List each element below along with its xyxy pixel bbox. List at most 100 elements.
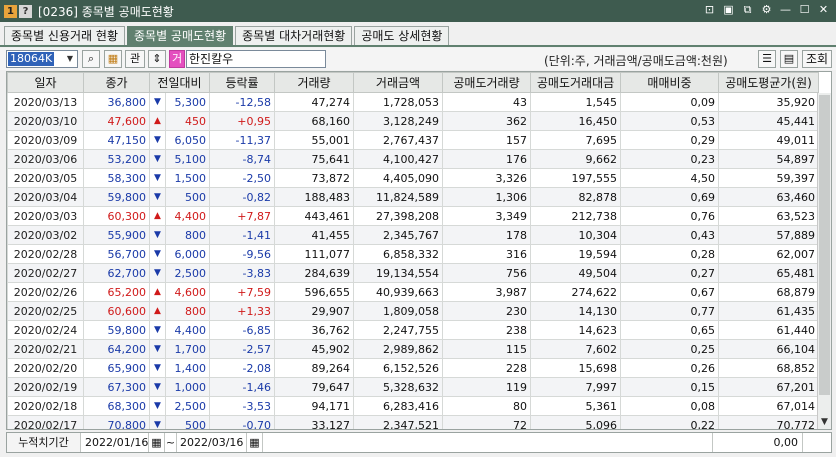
cell-rate: -9,56 [209,244,276,264]
table-row[interactable]: 2020/02/20 65,900 ▼ 1,400 -2,08 89,264 6,152,5… [7,358,820,378]
stock-code-value: 18064K [8,52,55,66]
cell-amount: 11,824,589 [353,187,444,207]
list-icon[interactable]: ☰ [758,50,776,68]
table-row[interactable]: 2020/03/06 53,200 ▼ 5,100 -8,74 75,641 4,100,4… [7,149,820,169]
cell-ratio: 0,67 [620,282,720,302]
cell-change: 6,050 [164,130,211,150]
cell-short-vol: 72 [442,415,532,429]
col-rate-header[interactable]: 등락률 [209,72,276,93]
cell-volume: 75,641 [274,149,355,169]
cell-amount: 19,134,554 [353,263,444,283]
table-row[interactable]: 2020/02/24 59,800 ▼ 4,400 -6,85 36,762 2,247,7… [7,320,820,340]
down-arrow-icon: ▼ [149,130,166,150]
calendar-icon[interactable]: ▦ [149,433,165,452]
down-arrow-icon: ▼ [149,377,166,397]
search-icon[interactable]: ⌕ [82,50,100,68]
close-icon[interactable]: ✕ [817,3,830,17]
cell-short-amt: 5,096 [530,415,622,429]
cell-amount: 6,152,526 [353,358,444,378]
cell-short-amt: 19,594 [530,244,622,264]
cell-avg: 62,007 [718,244,820,264]
table-row[interactable]: 2020/03/02 55,900 ▼ 800 -1,41 41,455 2,345,767… [7,225,820,245]
maximize-icon[interactable]: ☐ [798,3,811,17]
table-row[interactable]: 2020/02/17 70,800 ▼ 500 -0,70 33,127 2,347,521… [7,415,820,429]
cumulative-period-label: 누적치기간 [7,433,81,452]
mode-button[interactable]: 관 [125,50,145,68]
col-amount-header[interactable]: 거래금액 [353,72,444,93]
help-icon[interactable]: ? [19,4,32,18]
cell-short-amt: 1,545 [530,92,622,112]
cell-short-amt: 7,997 [530,377,622,397]
col-date-header[interactable]: 일자 [7,72,84,93]
cell-short-vol: 1,306 [442,187,532,207]
cell-short-amt: 197,555 [530,168,622,188]
cell-change: 800 [164,225,211,245]
calendar-icon[interactable]: ▦ [104,50,122,68]
cell-close: 59,800 [83,320,150,340]
table-row[interactable]: 2020/03/09 47,150 ▼ 6,050 -11,37 55,001 2,767,… [7,130,820,150]
table-row[interactable]: 2020/02/21 64,200 ▼ 1,700 -2,57 45,902 2,989,8… [7,339,820,359]
table-row[interactable]: 2020/03/05 58,300 ▼ 1,500 -2,50 73,872 4,405,0… [7,168,820,188]
cell-amount: 2,247,755 [353,320,444,340]
col-change-header[interactable]: 전일대비 [148,72,211,93]
calendar-icon[interactable]: ▦ [247,433,263,452]
table-row[interactable]: 2020/02/19 67,300 ▼ 1,000 -1,46 79,647 5,328,6… [7,377,820,397]
settings-icon[interactable]: ⚙ [760,3,773,17]
screen-icon[interactable]: ▣ [722,3,735,17]
col-short-avg-header[interactable]: 공매도평균가(원) [718,72,820,93]
scrollbar-thumb[interactable] [819,95,830,395]
table-row[interactable]: 2020/02/26 65,200 ▲ 4,600 +7,59 596,655 40,939… [7,282,820,302]
excel-icon[interactable]: ▤ [780,50,798,68]
tab-short-selling[interactable]: 종목별 공매도현황 [127,26,234,45]
tab-lending[interactable]: 종목별 대차거래현황 [235,26,353,45]
cell-close: 60,600 [83,301,150,321]
tab-short-detail[interactable]: 공매도 상세현황 [354,26,450,45]
chevron-down-icon[interactable]: ▼ [63,51,77,67]
col-short-amount-header[interactable]: 공매도거래대금 [530,72,622,93]
pin-icon[interactable]: ⊡ [703,3,716,17]
scroll-down-icon[interactable]: ▼ [818,415,831,429]
cell-short-vol: 43 [442,92,532,112]
cell-change: 500 [164,187,211,207]
table-row[interactable]: 2020/02/27 62,700 ▼ 2,500 -3,83 284,639 19,134… [7,263,820,283]
cell-avg: 67,201 [718,377,820,397]
cell-change: 2,500 [164,396,211,416]
cell-ratio: 0,53 [620,111,720,131]
cell-volume: 79,647 [274,377,355,397]
down-arrow-icon: ▼ [149,244,166,264]
cell-amount: 2,989,862 [353,339,444,359]
vertical-scrollbar[interactable]: ▼ [817,93,831,429]
tab-bar: 종목별 신용거래 현황 종목별 공매도현황 종목별 대차거래현황 공매도 상세현… [4,26,451,45]
cell-volume: 29,907 [274,301,355,321]
cell-avg: 35,920 [718,92,820,112]
cell-change: 1,700 [164,339,211,359]
col-volume-header[interactable]: 거래량 [274,72,355,93]
query-button[interactable]: 조회 [802,50,832,68]
col-ratio-header[interactable]: 매매비중 [620,72,720,93]
table-row[interactable]: 2020/03/13 36,800 ▼ 5,300 -12,58 47,274 1,728,… [7,92,820,112]
cell-avg: 57,889 [718,225,820,245]
table-row[interactable]: 2020/03/04 59,800 ▼ 500 -0,82 188,483 11,824,5… [7,187,820,207]
stock-code-input[interactable]: 18064K ▼ [6,50,78,68]
cell-volume: 36,762 [274,320,355,340]
cell-short-amt: 49,504 [530,263,622,283]
period-to-input[interactable]: 2022/03/16 [177,433,247,452]
cell-ratio: 4,50 [620,168,720,188]
copy-icon[interactable]: ⧉ [741,3,754,17]
table-row[interactable]: 2020/02/28 56,700 ▼ 6,000 -9,56 111,077 6,858,… [7,244,820,264]
cell-short-vol: 157 [442,130,532,150]
cell-ratio: 0,76 [620,206,720,226]
table-row[interactable]: 2020/03/10 47,600 ▲ 450 +0,95 68,160 3,128,249… [7,111,820,131]
down-arrow-icon: ▼ [149,149,166,169]
tab-credit-trading[interactable]: 종목별 신용거래 현황 [4,26,125,45]
col-close-header[interactable]: 종가 [83,72,150,93]
cell-avg: 65,481 [718,263,820,283]
spin-icon[interactable]: ⇕ [148,50,166,68]
table-row[interactable]: 2020/02/18 68,300 ▼ 2,500 -3,53 94,171 6,283,4… [7,396,820,416]
cell-date: 2020/02/24 [7,320,84,340]
table-row[interactable]: 2020/02/25 60,600 ▲ 800 +1,33 29,907 1,809,058… [7,301,820,321]
col-short-volume-header[interactable]: 공매도거래량 [442,72,532,93]
period-from-input[interactable]: 2022/01/16 [81,433,149,452]
table-row[interactable]: 2020/03/03 60,300 ▲ 4,400 +7,87 443,461 27,398… [7,206,820,226]
minimize-icon[interactable]: — [779,3,792,17]
